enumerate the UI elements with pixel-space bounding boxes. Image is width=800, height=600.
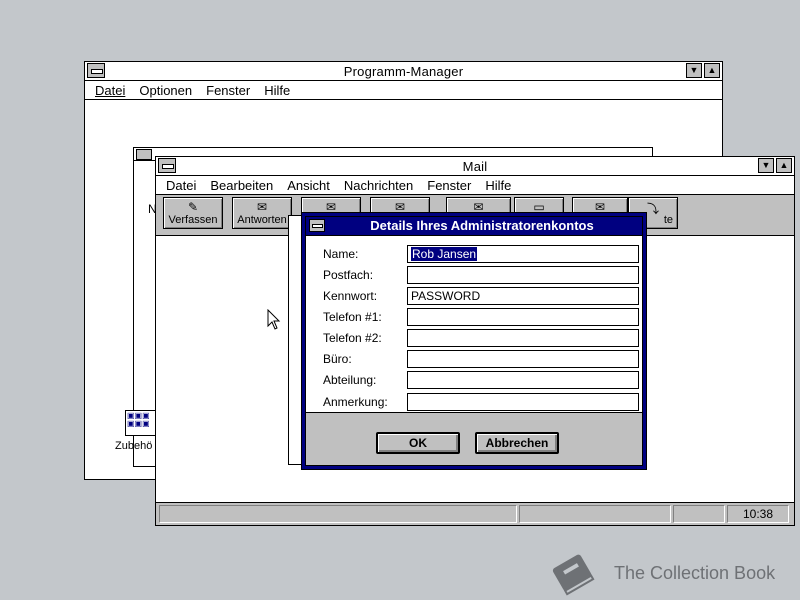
kennwort-field[interactable]: PASSWORD bbox=[407, 287, 639, 305]
postfach-field[interactable] bbox=[407, 266, 639, 284]
ok-button[interactable]: OK bbox=[376, 432, 460, 454]
label-anmerkung: Anmerkung: bbox=[323, 395, 388, 409]
watermark-text: The Collection Book bbox=[614, 563, 776, 583]
mail-menubar: Datei Bearbeiten Ansicht Nachrichten Fen… bbox=[156, 176, 794, 195]
menu-optionen[interactable]: Optionen bbox=[139, 83, 192, 98]
label-postfach: Postfach: bbox=[323, 268, 374, 282]
telefon-2-field[interactable] bbox=[407, 329, 639, 347]
name-field[interactable]: Rob Jansen bbox=[407, 245, 639, 263]
system-menu-icon[interactable] bbox=[87, 63, 105, 78]
mouse-cursor-icon bbox=[267, 309, 281, 330]
mail-titlebar[interactable]: Mail ▼ ▲ bbox=[156, 157, 794, 176]
program-manager-titlebar[interactable]: Programm-Manager ▼ ▲ bbox=[85, 62, 722, 81]
menu-nachrichten[interactable]: Nachrichten bbox=[344, 178, 413, 193]
menu-fenster[interactable]: Fenster bbox=[206, 83, 250, 98]
reply-button[interactable]: ✉ Antworten bbox=[232, 197, 292, 229]
label-kennwort: Kennwort: bbox=[323, 289, 378, 303]
label-abteilung: Abteilung: bbox=[323, 373, 377, 387]
buero-field[interactable] bbox=[407, 350, 639, 368]
group-icon: ▣▣▣ ▣▣▣ bbox=[127, 411, 150, 428]
menu-fenster[interactable]: Fenster bbox=[427, 178, 471, 193]
system-menu-icon[interactable] bbox=[136, 149, 152, 160]
label-name: Name: bbox=[323, 247, 359, 261]
menu-ansicht[interactable]: Ansicht bbox=[287, 178, 330, 193]
label-telefon-2: Telefon #2: bbox=[323, 331, 382, 345]
dialog-fields-panel: Name: Rob Jansen Postfach: Kennwort: PAS… bbox=[306, 236, 642, 413]
dialog-titlebar[interactable]: Details Ihres Administratorenkontos bbox=[306, 217, 642, 236]
dialog-title: Details Ihres Administratorenkontos bbox=[370, 218, 594, 233]
book-icon bbox=[552, 554, 595, 596]
program-manager-menubar: Datei Optionen Fenster Hilfe bbox=[85, 81, 722, 100]
zubehoer-label: Zubehö bbox=[115, 440, 153, 452]
menu-hilfe[interactable]: Hilfe bbox=[264, 83, 290, 98]
watermark: The Collection Book bbox=[548, 552, 788, 596]
zubehoer-group-icon[interactable]: ▣▣▣ ▣▣▣ bbox=[125, 410, 159, 436]
menu-datei[interactable]: Datei bbox=[166, 178, 196, 193]
admin-details-dialog: Details Ihres Administratorenkontos Name… bbox=[301, 212, 647, 470]
maximize-icon[interactable]: ▲ bbox=[704, 63, 720, 78]
cancel-button[interactable]: Abbrechen bbox=[475, 432, 559, 454]
dialog-inner-frame: Details Ihres Administratorenkontos Name… bbox=[305, 216, 643, 466]
telefon-1-field[interactable] bbox=[407, 308, 639, 326]
menu-datei[interactable]: Datei bbox=[95, 83, 125, 98]
reply-icon: ✉ bbox=[256, 200, 268, 214]
menu-bearbeiten[interactable]: Bearbeiten bbox=[210, 178, 273, 193]
mail-title: Mail bbox=[462, 158, 488, 174]
maximize-icon[interactable]: ▲ bbox=[776, 158, 792, 173]
status-cell-1 bbox=[159, 505, 517, 523]
system-menu-icon[interactable] bbox=[158, 158, 176, 173]
compose-button[interactable]: ✎ Verfassen bbox=[163, 197, 223, 229]
menu-hilfe[interactable]: Hilfe bbox=[485, 178, 511, 193]
program-manager-title: Programm-Manager bbox=[343, 63, 464, 79]
abteilung-field[interactable] bbox=[407, 371, 639, 389]
compose-icon: ✎ bbox=[187, 200, 199, 214]
label-buero: Büro: bbox=[323, 352, 352, 366]
minimize-icon[interactable]: ▼ bbox=[758, 158, 774, 173]
mail-status-bar: 10:38 bbox=[156, 502, 794, 525]
name-value: Rob Jansen bbox=[411, 247, 478, 261]
label-telefon-1: Telefon #1: bbox=[323, 310, 382, 324]
status-time: 10:38 bbox=[727, 505, 789, 523]
status-cell-2 bbox=[519, 505, 671, 523]
system-menu-icon[interactable] bbox=[309, 219, 325, 232]
anmerkung-field[interactable] bbox=[407, 393, 639, 411]
status-cell-3 bbox=[673, 505, 725, 523]
minimize-icon[interactable]: ▼ bbox=[686, 63, 702, 78]
